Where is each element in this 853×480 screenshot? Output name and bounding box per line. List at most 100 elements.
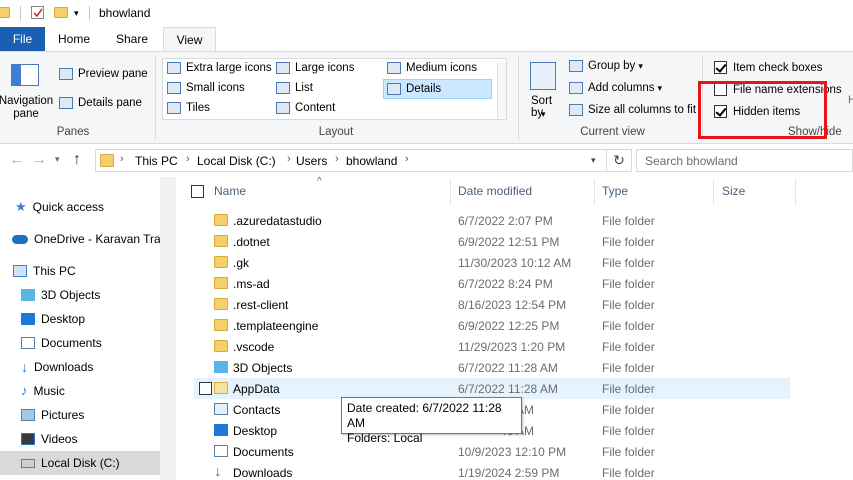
nav-item-documents[interactable]: Documents	[0, 332, 160, 354]
layout-gallery-scrollbar[interactable]	[497, 62, 506, 118]
file-type: File folder	[602, 235, 655, 249]
nav-item-label: Downloads	[34, 360, 94, 374]
address-bar[interactable]: › This PC › Local Disk (C:) › Users › bh…	[95, 149, 632, 172]
layout-tiles[interactable]: Tiles	[167, 102, 210, 114]
list-item[interactable]: .vscode 11/29/2023 1:20 PM File folder	[194, 336, 790, 357]
list-item[interactable]: AppData 6/7/2022 11:28 AM File folder	[194, 378, 790, 399]
breadcrumb-this-pc[interactable]: This PC	[135, 154, 178, 168]
layout-details[interactable]: Details	[383, 79, 492, 99]
group-by-button[interactable]: Group by ▾	[569, 60, 643, 72]
item-check-boxes-toggle[interactable]: Item check boxes	[714, 61, 822, 74]
divider	[20, 6, 21, 20]
properties-icon[interactable]	[31, 6, 44, 19]
address-history-chevron-icon[interactable]: ▾	[591, 155, 596, 166]
list-item[interactable]: .templateengine 6/9/2022 12:25 PM File fol…	[194, 315, 790, 336]
file-date: 6/7/2022 11:28 AM	[458, 382, 558, 396]
nav-item-3d-objects[interactable]: 3D Objects	[0, 284, 160, 306]
forward-arrow-icon[interactable]: →	[31, 151, 47, 169]
search-input[interactable]: Search bhowland	[636, 149, 853, 172]
chevron-right-icon[interactable]: ›	[186, 153, 190, 165]
file-date: 6/7/2022 8:24 PM	[458, 277, 553, 291]
select-all-checkbox[interactable]	[191, 185, 204, 198]
nav-item-onedrive[interactable]: OneDrive - Karavan Trail	[0, 228, 160, 250]
nav-item-label: Local Disk (C:)	[41, 456, 120, 470]
column-divider[interactable]	[450, 179, 451, 205]
chevron-right-icon[interactable]: ›	[120, 153, 124, 165]
list-item[interactable]: .dotnet 6/9/2022 12:51 PM File folder	[194, 231, 790, 252]
layout-content[interactable]: Content	[276, 102, 335, 114]
column-header-date-modified[interactable]: Date modified	[458, 184, 532, 198]
nav-item-this-pc[interactable]: This PC	[0, 260, 160, 282]
nav-item-downloads[interactable]: ↓ Downloads	[0, 356, 160, 378]
nav-item-pictures[interactable]: Pictures	[0, 404, 160, 426]
recent-locations-chevron-icon[interactable]: ▾	[55, 154, 60, 165]
preview-pane-label: Preview pane	[78, 68, 148, 80]
layout-label: Medium icons	[406, 62, 477, 74]
list-item[interactable]: .ms-ad 6/7/2022 8:24 PM File folder	[194, 273, 790, 294]
preview-pane-button[interactable]: Preview pane	[59, 68, 148, 80]
tab-home[interactable]: Home	[50, 27, 98, 51]
file-name: .templateengine	[233, 319, 319, 333]
chevron-down-icon[interactable]: ▾	[74, 8, 79, 19]
file-name: Contacts	[233, 403, 281, 417]
tiles-icon	[167, 102, 181, 114]
music-icon: ♪	[21, 383, 28, 398]
file-name: Documents	[233, 445, 294, 459]
refresh-icon[interactable]: ↻	[606, 149, 631, 172]
list-item[interactable]: .azuredatastudio 6/7/2022 2:07 PM File fol…	[194, 210, 790, 231]
nav-item-music[interactable]: ♪ Music	[0, 380, 160, 402]
column-divider[interactable]	[795, 179, 796, 205]
nav-item-local-disk[interactable]: Local Disk (C:)	[0, 451, 160, 475]
file-type: File folder	[602, 256, 655, 270]
column-header-size[interactable]: Size	[722, 184, 745, 198]
column-divider[interactable]	[713, 179, 714, 205]
layout-large-icons[interactable]: Large icons	[276, 62, 354, 74]
size-columns-button[interactable]: Size all columns to fit	[569, 104, 697, 116]
highlight-annotation	[698, 81, 827, 139]
group-label-current-view: Current view	[580, 126, 645, 138]
navigation-pane-button[interactable]: Navigation pane	[0, 52, 53, 122]
size-columns-label: Size all columns to fit	[588, 104, 697, 116]
large-icons-icon	[276, 62, 290, 74]
cube-icon	[21, 289, 35, 301]
nav-item-videos[interactable]: Videos	[0, 428, 160, 450]
list-item[interactable]: ↓ Downloads 1/19/2024 2:59 PM File folder	[194, 462, 790, 480]
navigation-pane-scrollbar[interactable]	[160, 177, 176, 480]
tab-view[interactable]: View	[163, 27, 216, 52]
layout-list[interactable]: List	[276, 82, 313, 94]
file-date: 6/7/2022 2:07 PM	[458, 214, 553, 228]
back-arrow-icon[interactable]: ←	[9, 151, 25, 169]
up-arrow-icon[interactable]: ↑	[73, 151, 81, 169]
breadcrumb-users[interactable]: Users	[296, 154, 327, 168]
list-item[interactable]: 3D Objects 6/7/2022 11:28 AM File folder	[194, 357, 790, 378]
column-header-name[interactable]: Name	[214, 184, 246, 198]
layout-extra-large-icons[interactable]: Extra large icons	[167, 62, 272, 74]
nav-item-desktop[interactable]: Desktop	[0, 308, 160, 330]
nav-item-quick-access[interactable]: ★ Quick access	[0, 196, 160, 218]
list-item[interactable]: .rest-client 8/16/2023 12:54 PM File folde…	[194, 294, 790, 315]
folder-icon	[214, 382, 228, 394]
chevron-right-icon[interactable]: ›	[405, 153, 409, 165]
layout-small-icons[interactable]: Small icons	[167, 82, 245, 94]
sort-by-button[interactable]: Sort by ▾	[527, 60, 561, 124]
video-icon	[21, 433, 35, 445]
list-item[interactable]: .gk 11/30/2023 10:12 AM File folder	[194, 252, 790, 273]
group-label-layout: Layout	[318, 126, 354, 138]
hide-selected-button-edge[interactable]: H	[848, 94, 853, 106]
item-checkbox[interactable]	[199, 382, 212, 395]
layout-label: Large icons	[295, 62, 355, 74]
folder-icon	[0, 7, 10, 18]
chevron-right-icon[interactable]: ›	[335, 153, 339, 165]
column-header-type[interactable]: Type	[602, 184, 628, 198]
chevron-right-icon[interactable]: ›	[287, 153, 291, 165]
column-divider[interactable]	[594, 179, 595, 205]
layout-medium-icons[interactable]: Medium icons	[387, 62, 477, 74]
tab-share[interactable]: Share	[108, 27, 156, 51]
add-columns-button[interactable]: Add columns ▾	[569, 82, 662, 94]
details-pane-button[interactable]: Details pane	[59, 97, 142, 109]
file-date: 6/9/2022 12:51 PM	[458, 235, 560, 249]
tab-file[interactable]: File	[0, 27, 45, 51]
breadcrumb-bhowland[interactable]: bhowland	[346, 154, 397, 168]
new-folder-icon[interactable]	[54, 7, 68, 18]
breadcrumb-local-disk[interactable]: Local Disk (C:)	[197, 154, 276, 168]
